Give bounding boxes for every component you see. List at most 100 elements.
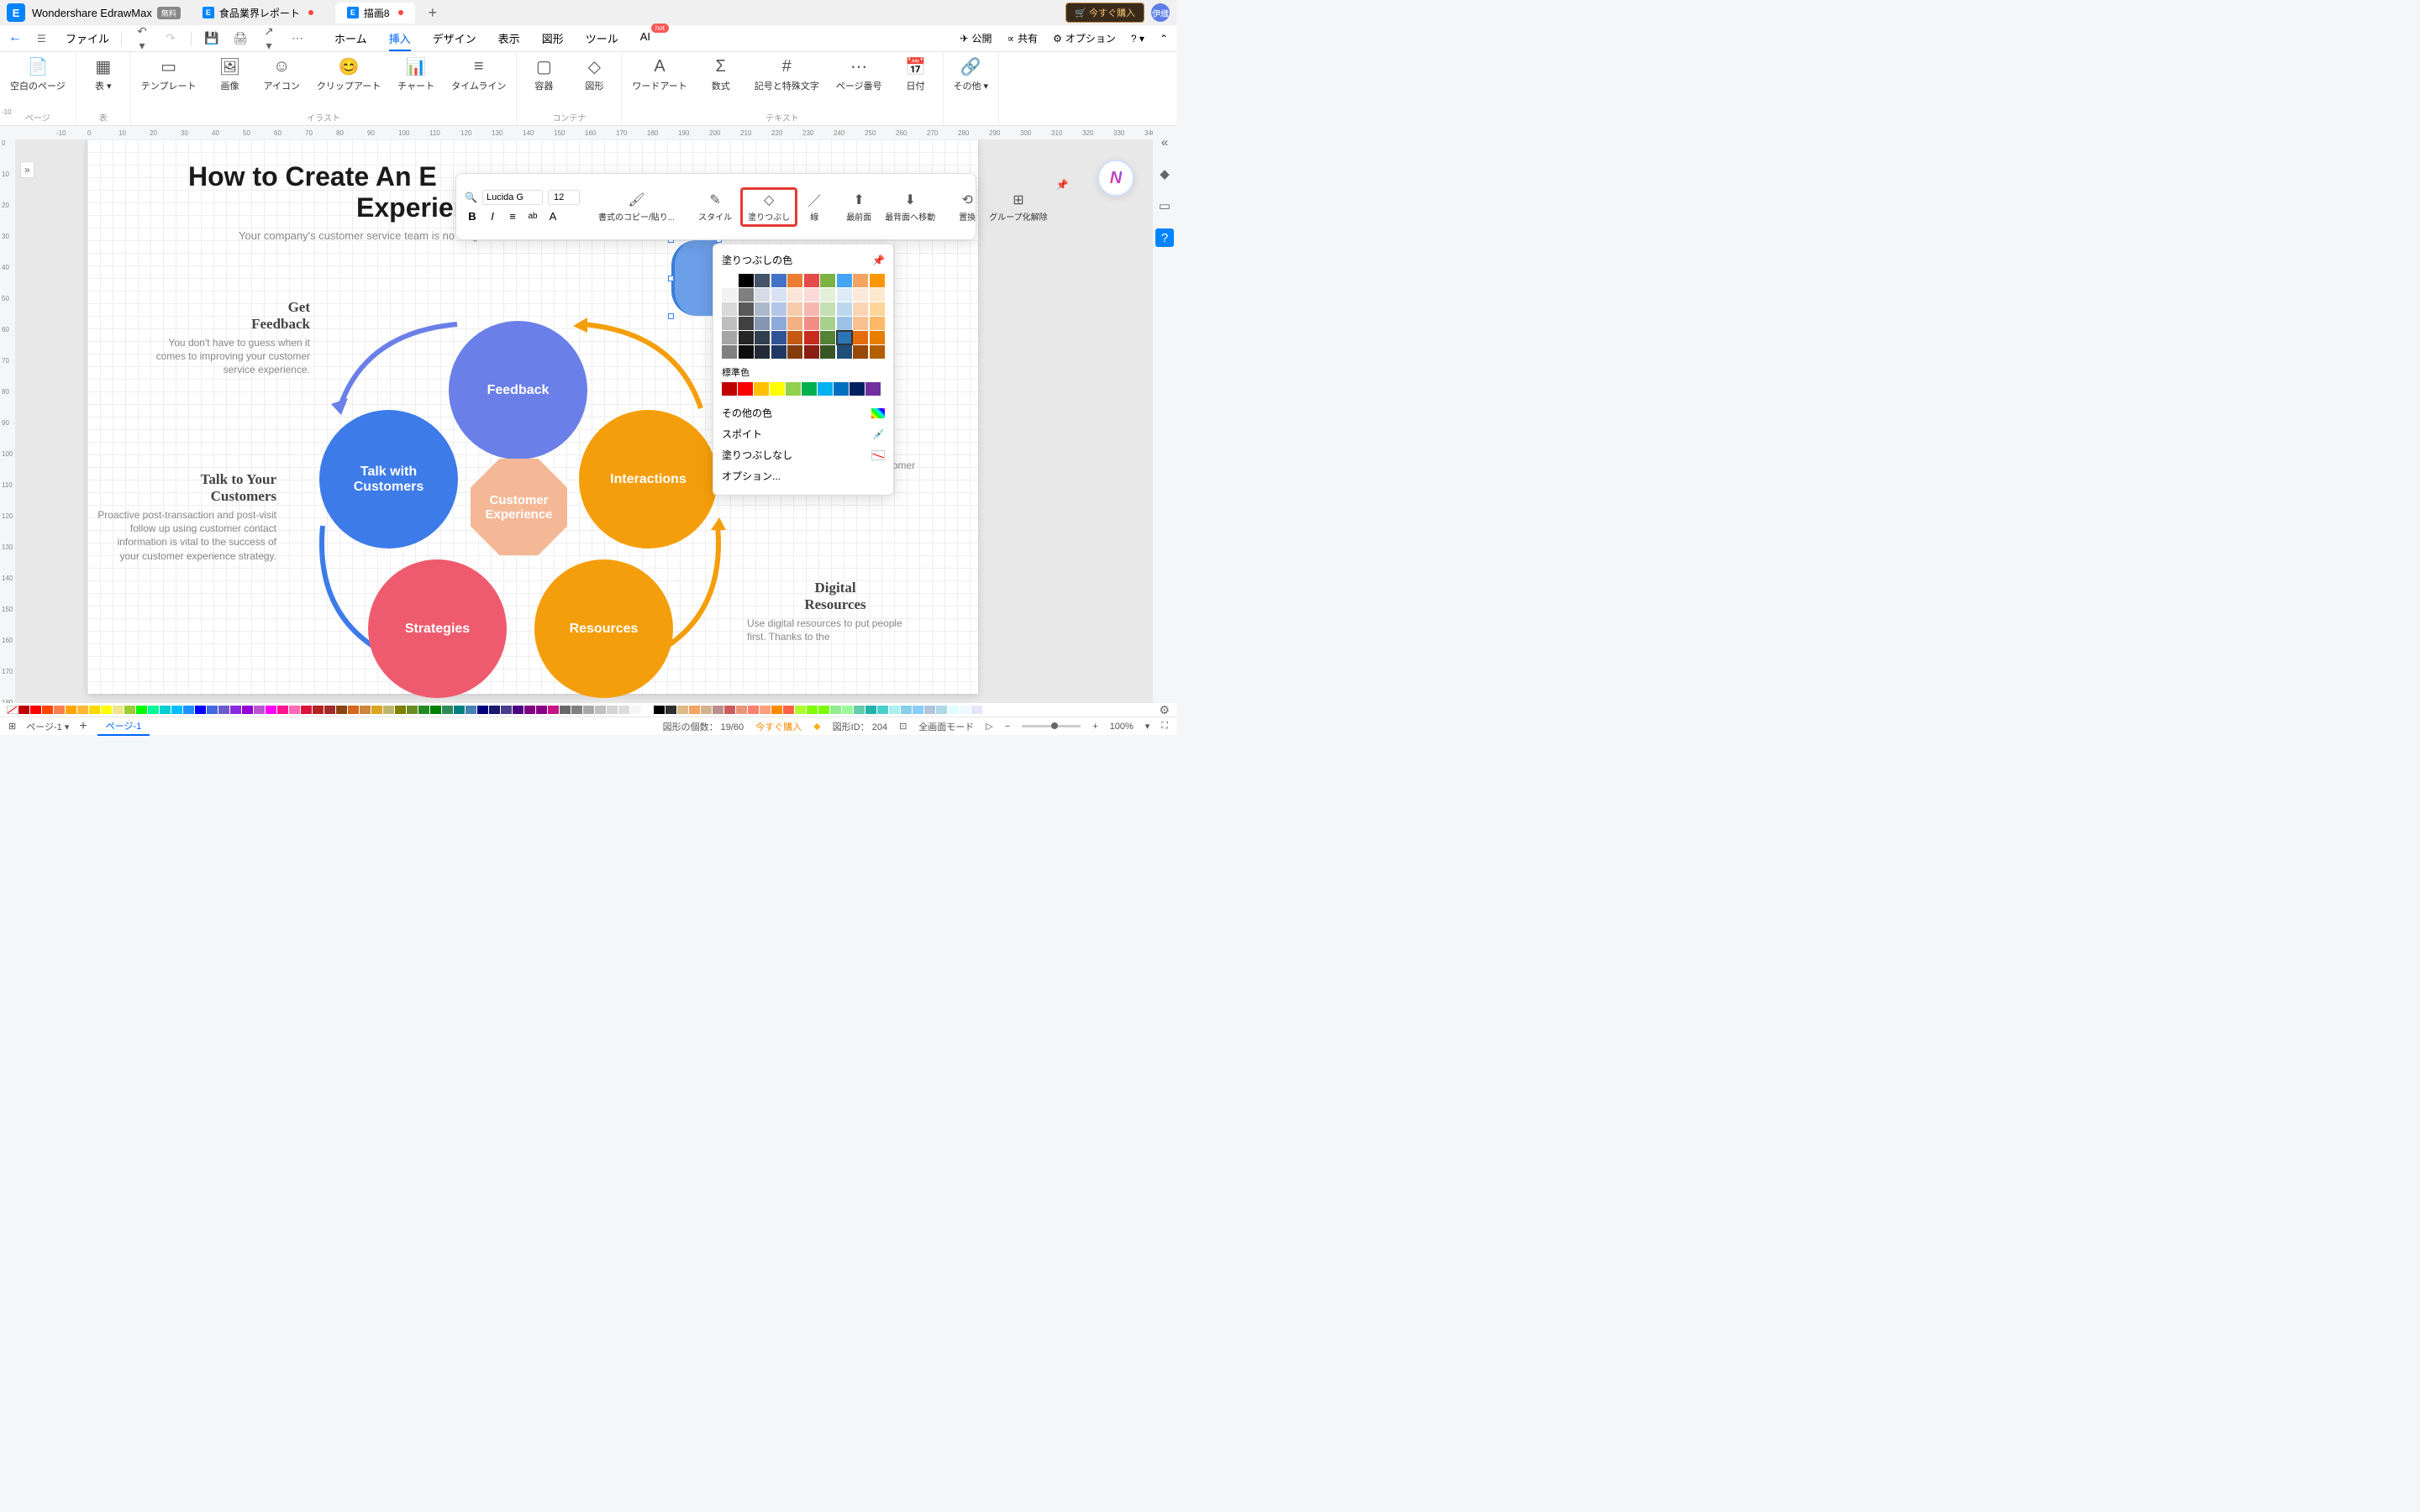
quick-color-swatch[interactable] [477, 706, 488, 714]
quick-color-swatch[interactable] [701, 706, 712, 714]
document-tab[interactable]: E 食品業界レポート [191, 3, 325, 24]
quick-color-swatch[interactable] [148, 706, 159, 714]
color-swatch[interactable] [739, 331, 754, 344]
quick-color-swatch[interactable] [454, 706, 465, 714]
color-swatch[interactable] [739, 274, 754, 287]
fill-options-option[interactable]: オプション... [722, 465, 885, 486]
color-swatch[interactable] [771, 274, 786, 287]
quick-color-swatch[interactable] [948, 706, 959, 714]
tab-shapes[interactable]: 図形 [542, 25, 564, 51]
quick-color-swatch[interactable] [666, 706, 676, 714]
zoom-dropdown[interactable]: ▾ [1145, 721, 1150, 732]
color-swatch[interactable] [837, 274, 852, 287]
redo-button[interactable]: ↷ [162, 31, 179, 45]
color-swatch[interactable] [755, 331, 770, 344]
page-selector[interactable]: ページ-1 ▾ [26, 720, 69, 733]
text-style-button[interactable]: ab [525, 208, 540, 223]
publish-button[interactable]: ✈ 公開 [960, 31, 992, 45]
quick-color-swatch[interactable] [89, 706, 100, 714]
quick-color-swatch[interactable] [113, 706, 124, 714]
color-swatch[interactable] [802, 382, 817, 396]
color-swatch[interactable] [755, 274, 770, 287]
color-swatch[interactable] [853, 288, 868, 302]
eyedropper-option[interactable]: スポイト 💉 [722, 423, 885, 444]
italic-button[interactable]: I [485, 208, 500, 223]
line-button[interactable]: ／ 線 [801, 190, 828, 224]
quick-color-swatch[interactable] [960, 706, 971, 714]
buy-now-button[interactable]: 🛒 今すぐ購入 [1065, 3, 1144, 23]
quick-color-swatch[interactable] [524, 706, 535, 714]
vertical-ruler[interactable]: -100102030405060708090100110120130140150… [0, 139, 15, 703]
quick-color-swatch[interactable] [501, 706, 512, 714]
bold-button[interactable]: B [465, 208, 480, 223]
ribbon-item[interactable]: ▭テンプレート [141, 57, 197, 92]
format-painter-button[interactable]: 🖌 書式のコピー/貼り... [593, 190, 680, 224]
export-button[interactable]: ↗ ▾ [260, 24, 277, 53]
quick-color-swatch[interactable] [924, 706, 935, 714]
quick-color-swatch[interactable] [936, 706, 947, 714]
quick-color-swatch[interactable] [724, 706, 735, 714]
color-swatch[interactable] [837, 345, 852, 359]
collapse-ribbon-button[interactable]: ⌃ [1160, 33, 1168, 45]
color-swatch[interactable] [722, 288, 737, 302]
quick-color-swatch[interactable] [183, 706, 194, 714]
color-swatch[interactable] [820, 331, 835, 344]
quick-color-swatch[interactable] [313, 706, 324, 714]
quick-color-swatch[interactable] [830, 706, 841, 714]
play-button[interactable]: ▷ [986, 721, 992, 732]
quick-color-swatch[interactable] [54, 706, 65, 714]
quick-color-swatch[interactable] [877, 706, 888, 714]
quick-color-swatch[interactable] [513, 706, 523, 714]
color-swatch[interactable] [850, 382, 865, 396]
color-swatch[interactable] [739, 317, 754, 330]
quick-color-swatch[interactable] [913, 706, 923, 714]
font-color-button[interactable]: A [545, 208, 560, 223]
ribbon-item[interactable]: ◇図形 [577, 57, 611, 92]
quick-color-swatch[interactable] [266, 706, 276, 714]
quick-color-swatch[interactable] [66, 706, 76, 714]
color-swatch[interactable] [771, 302, 786, 316]
quick-color-swatch[interactable] [865, 706, 876, 714]
color-swatch[interactable] [722, 274, 737, 287]
quick-color-swatch[interactable] [654, 706, 665, 714]
quick-color-swatch[interactable] [324, 706, 335, 714]
zoom-out-button[interactable]: − [1005, 722, 1010, 732]
color-swatch[interactable] [739, 288, 754, 302]
color-swatch[interactable] [853, 274, 868, 287]
expand-button[interactable]: ⛶ [1161, 721, 1168, 732]
color-swatch[interactable] [870, 331, 885, 344]
color-swatch[interactable] [722, 382, 737, 396]
color-swatch[interactable] [739, 302, 754, 316]
align-button[interactable]: ≡ [505, 208, 520, 223]
quick-color-swatch[interactable] [18, 706, 29, 714]
quick-color-swatch[interactable] [536, 706, 547, 714]
quick-color-swatch[interactable] [642, 706, 653, 714]
quick-color-swatch[interactable] [854, 706, 865, 714]
ribbon-item[interactable]: 📅日付 [899, 57, 933, 92]
quick-color-swatch[interactable] [301, 706, 312, 714]
zoom-level[interactable]: 100% [1110, 722, 1134, 732]
page-tab[interactable]: ページ-1 [97, 717, 150, 736]
hamburger-icon[interactable]: ☰ [37, 33, 54, 45]
quick-color-swatch[interactable] [466, 706, 476, 714]
quick-color-swatch[interactable] [689, 706, 700, 714]
undo-button[interactable]: ↶ ▾ [134, 24, 150, 53]
color-swatch[interactable] [739, 345, 754, 359]
diagram-title[interactable]: How to Create An E Experience [188, 161, 500, 223]
color-swatch[interactable] [754, 382, 769, 396]
no-fill-swatch[interactable] [7, 706, 18, 714]
tab-home[interactable]: ホーム [334, 25, 367, 51]
help-button[interactable]: ? ▾ [1131, 33, 1144, 45]
color-swatch[interactable] [787, 288, 802, 302]
replace-button[interactable]: ⟲ 置換 [954, 190, 981, 224]
color-swatch[interactable] [771, 288, 786, 302]
color-swatch[interactable] [755, 288, 770, 302]
quick-color-swatch[interactable] [795, 706, 806, 714]
style-button[interactable]: ✎ スタイル [693, 190, 737, 224]
color-swatch[interactable] [804, 302, 819, 316]
quick-color-swatch[interactable] [489, 706, 500, 714]
ribbon-item[interactable]: ≡タイムライン [451, 57, 506, 92]
quick-color-swatch[interactable] [736, 706, 747, 714]
color-swatch[interactable] [787, 345, 802, 359]
ribbon-item[interactable]: Aワードアート [632, 57, 687, 92]
